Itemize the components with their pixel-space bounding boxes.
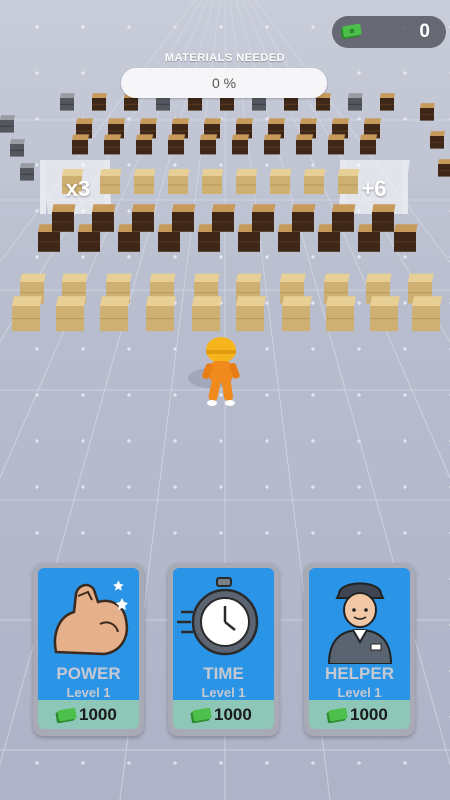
upgrade-card-time[interactable]: TIME Level 1 1000 bbox=[168, 563, 279, 736]
material-block bbox=[380, 93, 395, 111]
upgrade-name: HELPER bbox=[325, 664, 394, 683]
upgrade-level: Level 1 bbox=[337, 685, 382, 700]
material-block bbox=[282, 296, 312, 332]
material-block bbox=[430, 131, 445, 149]
money-value: 0 bbox=[419, 21, 430, 42]
cash-icon bbox=[326, 708, 348, 724]
material-block bbox=[52, 204, 76, 232]
worker-character bbox=[202, 337, 240, 406]
material-block bbox=[192, 296, 222, 332]
material-block bbox=[56, 296, 86, 332]
material-block bbox=[236, 169, 258, 194]
gate-right-label: +6 bbox=[361, 176, 387, 201]
material-block bbox=[136, 134, 154, 155]
material-block bbox=[134, 169, 156, 194]
material-block bbox=[10, 139, 25, 157]
material-block bbox=[296, 134, 314, 155]
material-block bbox=[12, 296, 42, 332]
material-block bbox=[212, 204, 236, 232]
material-block bbox=[236, 296, 266, 332]
material-block bbox=[202, 169, 224, 194]
material-block bbox=[360, 134, 378, 155]
upgrade-level: Level 1 bbox=[66, 685, 111, 700]
material-block bbox=[438, 159, 450, 177]
material-block bbox=[264, 134, 282, 155]
material-block bbox=[332, 204, 356, 232]
upgrade-level: Level 1 bbox=[201, 685, 246, 700]
material-block bbox=[92, 93, 107, 111]
material-block bbox=[348, 93, 363, 111]
game-scene[interactable]: 0 MATERIALS NEEDED 0 % x3 +6 POWER Level… bbox=[0, 0, 450, 800]
material-block bbox=[304, 169, 326, 194]
material-block bbox=[100, 296, 130, 332]
worker-icon bbox=[327, 582, 393, 664]
upgrade-price: 1000 bbox=[173, 700, 274, 729]
upgrade-price-value: 1000 bbox=[79, 705, 117, 724]
material-block bbox=[172, 204, 196, 232]
materials-title: MATERIALS NEEDED bbox=[164, 52, 286, 64]
cash-icon bbox=[55, 708, 77, 724]
material-block bbox=[200, 134, 218, 155]
material-block bbox=[292, 204, 316, 232]
material-block bbox=[328, 134, 346, 155]
material-block bbox=[60, 93, 75, 111]
material-block bbox=[0, 115, 15, 133]
material-block bbox=[232, 134, 250, 155]
upgrade-price: 1000 bbox=[309, 700, 410, 729]
material-block bbox=[420, 103, 435, 121]
material-block bbox=[100, 169, 122, 194]
material-block bbox=[168, 134, 186, 155]
material-block bbox=[20, 163, 35, 181]
upgrade-price-value: 1000 bbox=[350, 705, 388, 724]
material-block bbox=[72, 134, 90, 155]
material-block bbox=[132, 204, 156, 232]
materials-progress-bar: 0 % bbox=[121, 68, 327, 98]
upgrade-price-value: 1000 bbox=[214, 705, 252, 724]
upgrade-name: POWER bbox=[56, 664, 121, 683]
upgrade-card-helper[interactable]: HELPER Level 1 1000 bbox=[304, 563, 415, 736]
material-block bbox=[270, 169, 292, 194]
material-block bbox=[394, 224, 418, 252]
upgrade-name: TIME bbox=[203, 664, 244, 683]
material-block bbox=[104, 134, 122, 155]
upgrade-price: 1000 bbox=[38, 700, 139, 729]
stopwatch-icon bbox=[177, 577, 259, 656]
upgrade-card-power[interactable]: POWER Level 1 1000 bbox=[33, 563, 144, 736]
material-block bbox=[252, 204, 276, 232]
material-block bbox=[146, 296, 176, 332]
materials-percent: 0 % bbox=[211, 75, 237, 91]
flexed-arm-icon bbox=[53, 580, 129, 656]
money-counter: 0 bbox=[332, 16, 446, 48]
material-block bbox=[412, 296, 442, 332]
gate-left-label: x3 bbox=[65, 176, 91, 201]
material-block bbox=[326, 296, 356, 332]
material-block bbox=[168, 169, 190, 194]
material-block bbox=[370, 296, 400, 332]
material-block bbox=[372, 204, 396, 232]
material-block bbox=[92, 204, 116, 232]
cash-icon bbox=[190, 708, 212, 724]
cash-icon bbox=[340, 24, 362, 40]
